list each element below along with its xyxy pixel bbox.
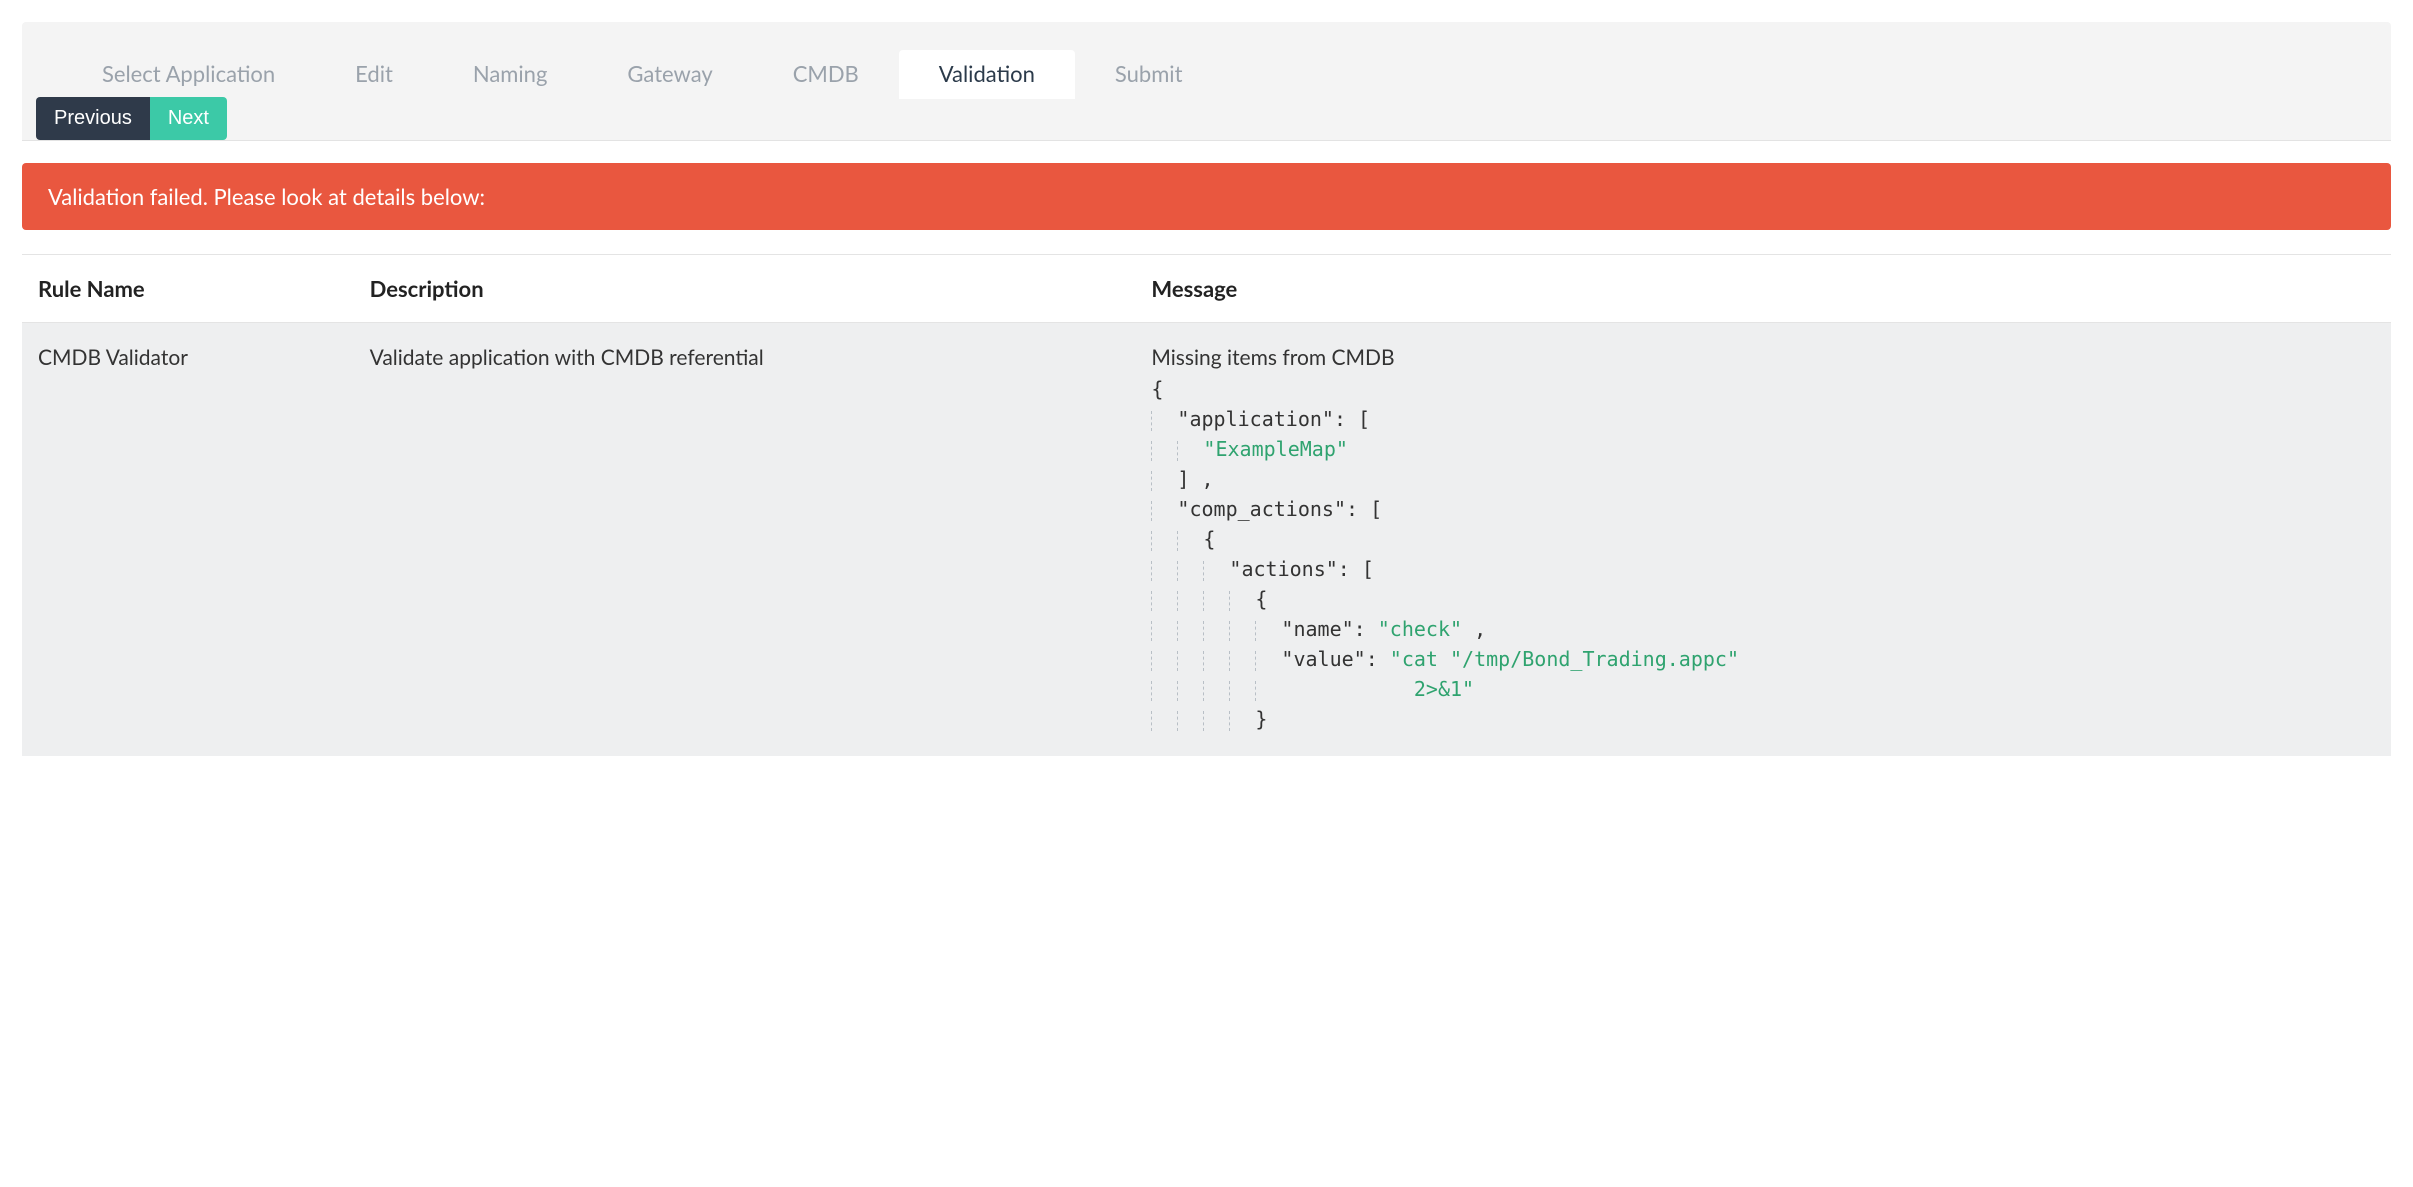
col-header-message: Message	[1135, 255, 2391, 323]
cell-description: Validate application with CMDB referenti…	[354, 323, 1136, 757]
wizard-nav-buttons: Previous Next	[22, 97, 2391, 140]
cell-rule-name: CMDB Validator	[22, 323, 354, 757]
wizard-panel: Select ApplicationEditNamingGatewayCMDBV…	[22, 22, 2391, 756]
cell-message: Missing items from CMDB { "application": …	[1135, 323, 2391, 757]
tab-validation[interactable]: Validation	[899, 50, 1075, 99]
validation-table: Rule Name Description Message CMDB Valid…	[22, 255, 2391, 756]
tab-select-application[interactable]: Select Application	[62, 50, 315, 99]
wizard-content: Validation failed. Please look at detail…	[22, 141, 2391, 756]
tab-naming[interactable]: Naming	[433, 50, 588, 99]
message-json: { "application": [ "ExampleMap" ] , "com…	[1151, 374, 2375, 734]
col-header-rule: Rule Name	[22, 255, 354, 323]
tab-edit[interactable]: Edit	[315, 50, 433, 99]
validation-alert: Validation failed. Please look at detail…	[22, 163, 2391, 230]
next-button[interactable]: Next	[150, 97, 227, 140]
message-title: Missing items from CMDB	[1151, 345, 2375, 370]
col-header-description: Description	[354, 255, 1136, 323]
tab-cmdb[interactable]: CMDB	[753, 50, 899, 99]
table-row: CMDB ValidatorValidate application with …	[22, 323, 2391, 757]
wizard-tabs: Select ApplicationEditNamingGatewayCMDBV…	[22, 22, 2391, 99]
previous-button[interactable]: Previous	[36, 97, 150, 140]
tab-gateway[interactable]: Gateway	[587, 50, 752, 99]
tab-submit[interactable]: Submit	[1075, 50, 1223, 99]
